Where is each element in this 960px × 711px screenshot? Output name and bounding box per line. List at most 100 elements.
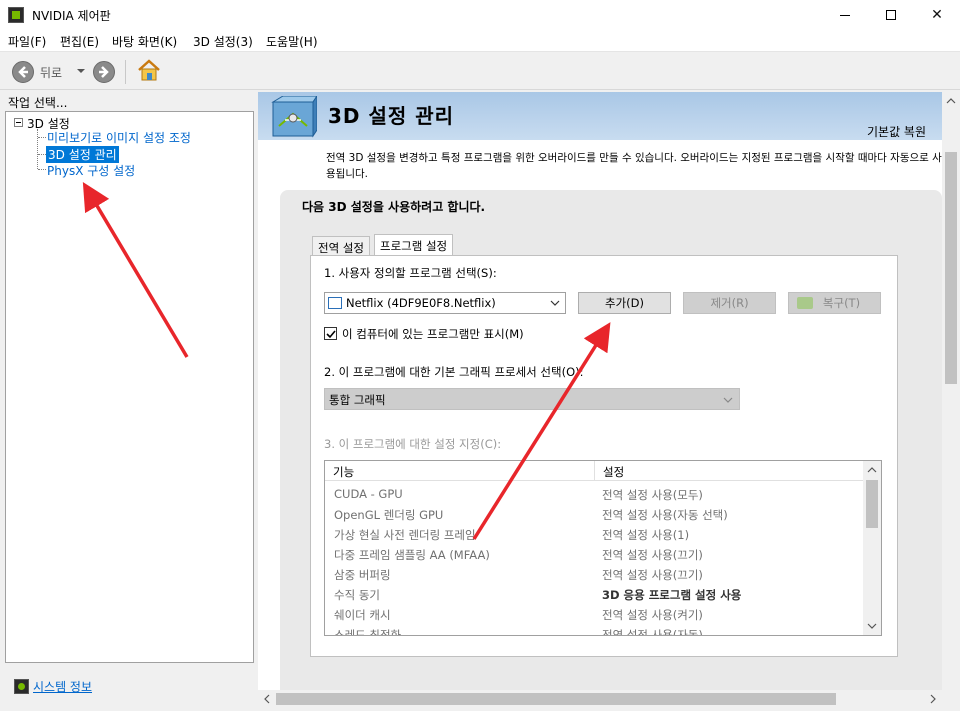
gpu-select[interactable]: 통합 그래픽 xyxy=(324,388,740,410)
row-feature: OpenGL 렌더링 GPU xyxy=(334,508,444,522)
home-icon[interactable] xyxy=(136,58,162,82)
card-title: 다음 3D 설정을 사용하려고 합니다. xyxy=(302,200,486,214)
scroll-up-icon[interactable] xyxy=(946,97,956,105)
tree-connector xyxy=(37,129,38,169)
page-header: 3D 설정 관리 기본값 복원 xyxy=(258,92,942,140)
add-program-button[interactable]: 추가(D) xyxy=(578,292,671,314)
step2-label: 2. 이 프로그램에 대한 기본 그래픽 프로세서 선택(O): xyxy=(324,365,584,379)
table-scroll-thumb[interactable] xyxy=(866,480,878,528)
row-setting: 전역 설정 사용(자동 선택) xyxy=(602,508,728,522)
row-feature: 가상 현실 사전 렌더링 프레임 xyxy=(334,528,476,542)
program-select-value: Netflix (4DF9E0F8.Netflix) xyxy=(346,296,496,310)
checkmark-icon xyxy=(326,330,336,339)
forward-button[interactable] xyxy=(93,61,115,83)
back-label[interactable]: 뒤로 xyxy=(40,64,62,81)
tree-item-physx[interactable]: PhysX 구성 설정 xyxy=(47,162,135,179)
chevron-down-icon xyxy=(723,397,733,403)
system-info-icon xyxy=(14,679,29,694)
page-vertical-scroll-thumb[interactable] xyxy=(945,152,957,384)
tab-program-settings[interactable]: 프로그램 설정 xyxy=(374,234,454,256)
chevron-down-icon xyxy=(550,300,560,306)
row-setting: 전역 설정 사용(1) xyxy=(602,528,690,542)
page-vertical-scrollbar[interactable] xyxy=(942,92,960,690)
scroll-right-icon[interactable] xyxy=(929,694,937,704)
table-row[interactable]: 삼중 버퍼링 전역 설정 사용(끄기) xyxy=(325,564,863,584)
tree-connector xyxy=(38,154,46,155)
tree-connector xyxy=(38,169,46,170)
table-row[interactable]: 스레드 최적화 전역 설정 사용(자동) xyxy=(325,624,863,636)
page-horizontal-scroll-thumb[interactable] xyxy=(276,693,836,705)
scroll-down-icon[interactable] xyxy=(867,622,877,630)
maximize-icon xyxy=(886,10,896,20)
row-setting: 전역 설정 사용(끄기) xyxy=(602,568,703,582)
page-horizontal-scrollbar[interactable] xyxy=(258,690,942,708)
window-title: NVIDIA 제어판 xyxy=(32,9,111,23)
arrow-right-icon xyxy=(99,66,109,78)
tree-collapse-icon[interactable] xyxy=(14,118,23,127)
toolbar-separator xyxy=(125,60,126,84)
close-icon: ✕ xyxy=(931,7,943,23)
table-scrollbar[interactable] xyxy=(863,461,881,635)
nvidia-app-icon xyxy=(8,7,24,23)
row-feature: 수직 동기 xyxy=(334,588,380,602)
column-header-feature[interactable]: 기능 xyxy=(325,461,595,481)
minimize-icon xyxy=(840,14,850,16)
menu-file[interactable]: 파일(F) xyxy=(8,33,46,50)
step3-label: 3. 이 프로그램에 대한 설정 지정(C): xyxy=(324,437,502,451)
settings-table: 기능 설정 CUDA - GPU 전역 설정 사용(모두) OpenGL 렌더링 G… xyxy=(324,460,882,636)
restore-program-button[interactable]: 복구(T) xyxy=(788,292,881,314)
table-row[interactable]: 가상 현실 사전 렌더링 프레임 전역 설정 사용(1) xyxy=(325,524,863,544)
tree-item-manage-3d[interactable]: 3D 설정 관리 xyxy=(46,146,119,163)
tab-global-settings[interactable]: 전역 설정 xyxy=(312,236,370,256)
menu-bar: 파일(F) 편집(E) 바탕 화면(K) 3D 설정(3) 도움말(H) xyxy=(0,30,960,52)
step1-label: 1. 사용자 정의할 프로그램 선택(S): xyxy=(324,266,497,280)
row-feature: 스레드 최적화 xyxy=(334,628,402,636)
3d-settings-icon xyxy=(271,96,317,138)
row-feature: 쉐이더 캐시 xyxy=(334,608,391,622)
scroll-left-icon[interactable] xyxy=(263,694,271,704)
table-row[interactable]: OpenGL 렌더링 GPU 전역 설정 사용(자동 선택) xyxy=(325,504,863,524)
row-setting: 전역 설정 사용(켜기) xyxy=(602,608,703,622)
tree-item-image-preview[interactable]: 미리보기로 이미지 설정 조정 xyxy=(47,129,191,146)
remove-program-button[interactable]: 제거(R) xyxy=(683,292,776,314)
arrow-left-icon xyxy=(18,66,28,78)
table-row[interactable]: CUDA - GPU 전역 설정 사용(모두) xyxy=(325,484,863,504)
system-info-link[interactable]: 시스템 정보 xyxy=(33,678,92,695)
restore-defaults-link[interactable]: 기본값 복원 xyxy=(867,123,926,140)
back-button[interactable] xyxy=(12,61,34,83)
page-title: 3D 설정 관리 xyxy=(328,104,455,128)
table-row[interactable]: 다중 프레임 샘플링 AA (MFAA) 전역 설정 사용(끄기) xyxy=(325,544,863,564)
show-installed-label[interactable]: 이 컴퓨터에 있는 프로그램만 표시(M) xyxy=(342,326,524,342)
gpu-select-value: 통합 그래픽 xyxy=(329,393,386,407)
minimize-button[interactable] xyxy=(822,0,868,30)
show-installed-checkbox[interactable] xyxy=(324,327,337,340)
row-setting: 전역 설정 사용(끄기) xyxy=(602,548,703,562)
back-history-dropdown-icon[interactable] xyxy=(77,69,85,73)
title-bar: NVIDIA 제어판 ✕ xyxy=(0,0,960,30)
row-feature: CUDA - GPU xyxy=(334,487,403,501)
menu-3d-settings[interactable]: 3D 설정(3) xyxy=(193,33,253,50)
close-button[interactable]: ✕ xyxy=(914,0,960,30)
tree-connector xyxy=(38,137,46,138)
menu-edit[interactable]: 편집(E) xyxy=(60,33,99,50)
row-setting: 전역 설정 사용(자동) xyxy=(602,628,703,636)
row-feature: 다중 프레임 샘플링 AA (MFAA) xyxy=(334,548,490,562)
column-header-setting[interactable]: 설정 xyxy=(595,461,863,481)
main-content: 3D 설정 관리 기본값 복원 전역 3D 설정을 변경하고 특정 프로그램을 … xyxy=(258,92,942,690)
restore-program-label: 복구(T) xyxy=(822,296,861,310)
menu-desktop[interactable]: 바탕 화면(K) xyxy=(112,33,177,50)
menu-help[interactable]: 도움말(H) xyxy=(266,33,318,50)
settings-card: 다음 3D 설정을 사용하려고 합니다. 전역 설정 프로그램 설정 1. 사용… xyxy=(280,190,942,690)
scroll-up-icon[interactable] xyxy=(867,466,877,474)
task-tree: 3D 설정 미리보기로 이미지 설정 조정 3D 설정 관리 PhysX 구성 … xyxy=(5,111,254,663)
table-row[interactable]: 쉐이더 캐시 전역 설정 사용(켜기) xyxy=(325,604,863,624)
task-select-header: 작업 선택... xyxy=(8,96,68,110)
page-description: 전역 3D 설정을 변경하고 특정 프로그램을 위한 오버라이드를 만들 수 있… xyxy=(326,152,942,180)
program-settings-panel: 1. 사용자 정의할 프로그램 선택(S): Netflix (4DF9E0F8… xyxy=(310,255,898,657)
nvidia-logo-icon xyxy=(797,297,813,309)
row-setting: 전역 설정 사용(모두) xyxy=(602,488,703,502)
maximize-button[interactable] xyxy=(868,0,914,30)
program-select[interactable]: Netflix (4DF9E0F8.Netflix) xyxy=(324,292,566,314)
table-row[interactable]: 수직 동기 3D 응용 프로그램 설정 사용 xyxy=(325,584,863,604)
row-feature: 삼중 버퍼링 xyxy=(334,568,391,582)
